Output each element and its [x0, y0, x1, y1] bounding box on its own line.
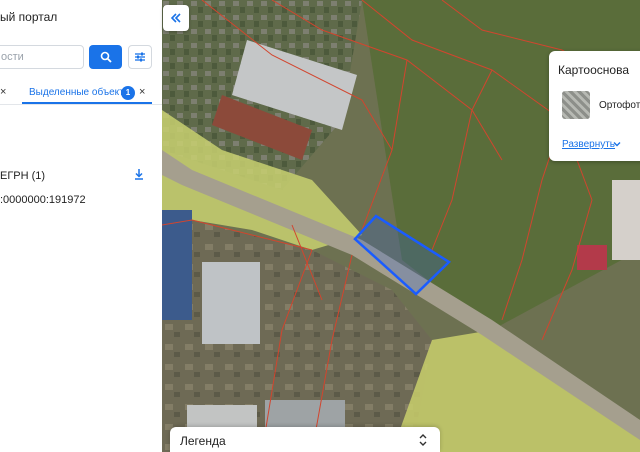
expand-collapse-icon[interactable] — [418, 433, 428, 447]
basemap-switcher: Картооснова Ортофот Развернуть — [549, 51, 640, 161]
search-button[interactable] — [89, 45, 122, 69]
cadastral-number[interactable]: :0000000:191972 — [0, 194, 86, 206]
tab-close-button[interactable]: × — [0, 86, 6, 98]
tab-selected-objects-close[interactable]: × — [139, 86, 145, 98]
legend-label: Легенда — [180, 434, 226, 448]
basemap-selected-label[interactable]: Ортофот — [599, 100, 640, 111]
orthophoto-thumbnail[interactable] — [562, 91, 590, 119]
tab-selected-objects-label: Выделенные объекты — [29, 87, 131, 98]
egrn-section-label: ЕГРН (1) — [0, 170, 46, 182]
chevron-down-icon[interactable] — [612, 139, 622, 149]
basemap-title: Картооснова — [558, 63, 629, 77]
basemap-expand-link[interactable]: Развернуть — [562, 139, 615, 150]
legend-bar[interactable]: Легенда — [170, 427, 440, 452]
collapse-panel-button[interactable] — [163, 5, 189, 31]
search-icon — [100, 51, 112, 63]
download-icon[interactable] — [132, 167, 146, 181]
double-chevron-left-icon — [170, 13, 181, 23]
side-panel: ый портал × Выделенные объекты 1 × ЕГРН … — [0, 0, 163, 452]
search-input[interactable] — [0, 45, 84, 69]
filter-button[interactable] — [128, 45, 152, 69]
portal-title: ый портал — [0, 10, 58, 24]
filter-sliders-icon — [135, 52, 145, 62]
tab-count-badge: 1 — [121, 86, 135, 100]
